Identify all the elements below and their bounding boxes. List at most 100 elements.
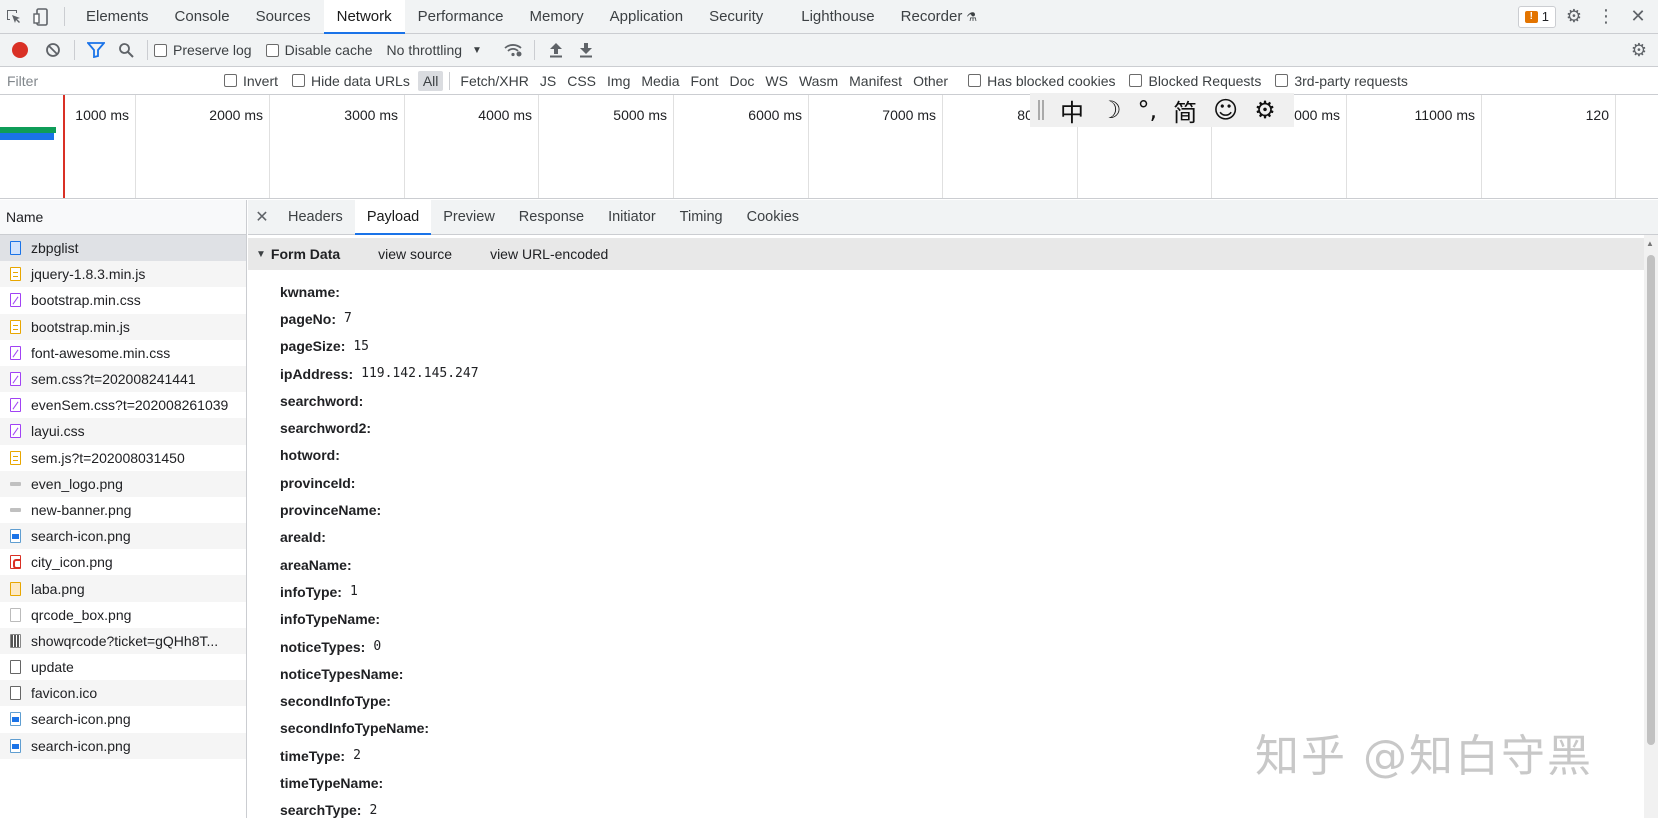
view-url-encoded-link[interactable]: view URL-encoded <box>490 246 608 262</box>
filter-type-all[interactable]: All <box>417 70 444 91</box>
request-row[interactable]: search-icon.png <box>0 706 246 732</box>
ime-floating-toolbar[interactable]: 中 ☽ °, 简 ☺ ⚙ <box>1030 93 1294 127</box>
filter-type-font[interactable]: Font <box>686 71 724 91</box>
request-row[interactable]: layui.css <box>0 418 246 445</box>
filter-type-manifest[interactable]: Manifest <box>844 71 907 91</box>
detail-tab-headers[interactable]: Headers <box>276 200 355 234</box>
form-field-value[interactable]: 119.142.145.247 <box>361 366 478 381</box>
tab-console[interactable]: Console <box>162 0 243 33</box>
tab-recorder[interactable]: Recorder ⚗ <box>888 0 990 33</box>
checkbox-box[interactable] <box>154 43 167 57</box>
request-row[interactable]: new-banner.png <box>0 497 246 523</box>
tab-sources[interactable]: Sources <box>243 0 324 33</box>
detail-tab-timing[interactable]: Timing <box>668 200 735 234</box>
request-row[interactable]: even_logo.png <box>0 470 246 497</box>
throttling-select[interactable]: No throttling <box>387 42 462 58</box>
tab-network[interactable]: Network <box>323 0 405 34</box>
filter-type-img[interactable]: Img <box>602 71 635 91</box>
request-row[interactable]: search-icon.png <box>0 732 246 759</box>
tab-elements[interactable]: Elements <box>73 0 162 33</box>
import-har-upload-icon[interactable] <box>541 36 571 64</box>
tab-memory[interactable]: Memory <box>517 0 597 33</box>
ime-emoji-icon[interactable]: ☺ <box>1213 96 1238 124</box>
request-row[interactable]: sem.css?t=202008241441 <box>0 365 246 393</box>
network-overview-timeline[interactable]: 1000 ms 2000 ms 3000 ms 4000 ms 5000 ms 6000 … <box>0 95 1658 199</box>
search-icon[interactable] <box>111 36 141 64</box>
detail-tab-payload[interactable]: Payload <box>354 200 432 235</box>
tab-lighthouse[interactable]: Lighthouse <box>776 0 887 33</box>
preserve-log-checkbox[interactable]: Preserve log <box>154 42 252 58</box>
scrollbar-thumb[interactable] <box>1647 255 1655 745</box>
has-blocked-cookies-checkbox[interactable]: Has blocked cookies <box>968 73 1115 89</box>
clear-icon[interactable] <box>38 36 68 64</box>
checkbox-box[interactable] <box>224 74 237 87</box>
checkbox-box[interactable] <box>1275 74 1289 87</box>
drag-handle-icon[interactable] <box>1038 100 1044 120</box>
form-field-value[interactable]: 2 <box>369 803 377 818</box>
ime-chinese-mode-icon[interactable]: 中 <box>1060 93 1084 128</box>
more-vert-icon[interactable]: ⋮ <box>1592 3 1620 31</box>
ime-settings-icon[interactable]: ⚙ <box>1254 96 1276 124</box>
ime-punctuation-icon[interactable]: °, <box>1138 96 1158 124</box>
filter-type-css[interactable]: CSS <box>562 71 601 91</box>
scroll-up-arrow-icon[interactable]: ▲ <box>1646 239 1654 248</box>
detail-tab-preview[interactable]: Preview <box>431 200 507 234</box>
filter-type-media[interactable]: Media <box>636 71 684 91</box>
request-row[interactable]: font-awesome.min.css <box>0 340 246 366</box>
detail-tab-cookies[interactable]: Cookies <box>735 200 811 234</box>
filter-type-ws[interactable]: WS <box>760 71 793 91</box>
detail-tab-initiator[interactable]: Initiator <box>596 200 668 234</box>
form-field-value[interactable]: 15 <box>353 339 369 354</box>
tab-performance[interactable]: Performance <box>405 0 517 33</box>
tab-application[interactable]: Application <box>597 0 696 33</box>
request-row[interactable]: update <box>0 654 246 680</box>
close-devtools-icon[interactable]: ✕ <box>1624 3 1652 31</box>
chevron-down-icon[interactable]: ▼ <box>472 45 482 56</box>
checkbox-box[interactable] <box>292 74 306 87</box>
network-settings-gear-icon[interactable]: ⚙ <box>1624 36 1654 64</box>
filter-type-js[interactable]: JS <box>535 71 561 91</box>
filter-type-other[interactable]: Other <box>908 71 953 91</box>
ime-simplified-icon[interactable]: 简 <box>1173 93 1197 128</box>
name-column-header[interactable]: Name <box>0 200 246 235</box>
checkbox-box[interactable] <box>968 74 982 87</box>
filter-input[interactable] <box>0 67 210 94</box>
third-party-requests-checkbox[interactable]: 3rd-party requests <box>1275 73 1408 89</box>
request-row[interactable]: jquery-1.8.3.min.js <box>0 261 246 288</box>
disable-cache-checkbox[interactable]: Disable cache <box>265 42 373 58</box>
request-row[interactable]: qrcode_box.png <box>0 602 246 628</box>
request-row[interactable]: showqrcode?ticket=gQHh8T... <box>0 627 246 654</box>
detail-scrollbar[interactable]: ▲ <box>1644 235 1658 818</box>
inspect-element-icon[interactable] <box>0 0 28 33</box>
filter-type-doc[interactable]: Doc <box>725 71 760 91</box>
request-row[interactable]: city_icon.png <box>0 549 246 575</box>
settings-gear-icon[interactable]: ⚙ <box>1560 3 1588 31</box>
invert-checkbox[interactable]: Invert <box>224 73 278 89</box>
checkbox-box[interactable] <box>1129 74 1143 87</box>
checkbox-box[interactable] <box>265 43 279 57</box>
ime-moon-icon[interactable]: ☽ <box>1100 96 1122 124</box>
tab-security[interactable]: Security <box>696 0 776 33</box>
view-source-link[interactable]: view source <box>378 246 452 262</box>
expand-triangle-icon[interactable]: ▼ <box>256 249 266 260</box>
request-row[interactable]: search-icon.png <box>0 523 246 550</box>
form-field-value[interactable]: 0 <box>373 639 381 654</box>
export-har-download-icon[interactable] <box>571 36 601 64</box>
request-row[interactable]: laba.png <box>0 575 246 602</box>
device-toolbar-icon[interactable] <box>28 0 56 33</box>
filter-type-fetch-xhr[interactable]: Fetch/XHR <box>455 71 533 91</box>
issues-badge[interactable]: ! 1 <box>1517 5 1556 28</box>
request-row[interactable]: zbpglist <box>0 235 246 262</box>
filter-funnel-icon[interactable] <box>81 36 111 64</box>
detail-tab-response[interactable]: Response <box>507 200 596 234</box>
form-field-value[interactable]: 1 <box>350 584 358 599</box>
record-icon[interactable] <box>12 42 28 58</box>
form-data-section-header[interactable]: ▼ Form Data view source view URL-encoded <box>248 238 1644 270</box>
network-conditions-wifi-icon[interactable] <box>498 36 528 64</box>
hide-data-urls-checkbox[interactable]: Hide data URLs <box>292 73 410 89</box>
request-row[interactable]: favicon.ico <box>0 680 246 707</box>
form-field-value[interactable]: 7 <box>344 311 352 326</box>
request-row[interactable]: bootstrap.min.css <box>0 287 246 313</box>
request-row[interactable]: evenSem.css?t=202008261039 <box>0 392 246 418</box>
form-field-value[interactable]: 2 <box>353 748 361 763</box>
